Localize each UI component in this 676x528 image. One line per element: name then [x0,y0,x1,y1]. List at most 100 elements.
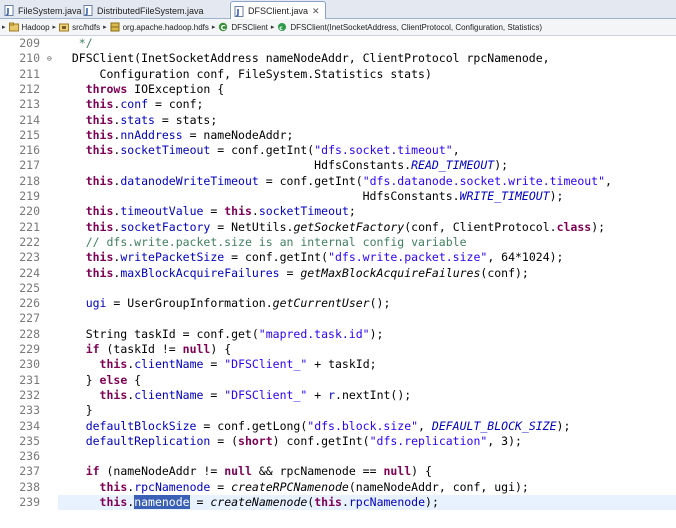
code-line[interactable]: this.writePacketSize = conf.getInt("dfs.… [58,250,564,265]
collapse-icon[interactable]: ⊖ [47,51,55,66]
svg-text:J: J [85,7,89,16]
code-token: (conf, ClientProtocol. [404,219,557,234]
code-line[interactable]: if (taskId != null) { [58,342,231,357]
code-token: this [85,204,114,219]
code-area[interactable]: */ DFSClient(InetSocketAddress nameNodeA… [58,36,676,528]
code-token: this [85,173,114,188]
code-line[interactable]: this.nnAddress = nameNodeAddr; [58,127,294,143]
code-line[interactable]: this.clientName = "DFSClient_" + r.nextI… [58,387,412,403]
code-token: , 3); [487,433,522,448]
code-token: nnAddress [120,127,183,142]
breadcrumb-label: src/hdfs [72,22,101,32]
breadcrumb-item-source-folder[interactable]: src/hdfs [59,22,100,32]
code-line[interactable]: ugi = UserGroupInformation.getCurrentUse… [58,296,391,311]
code-token: (conf); [480,265,529,280]
code-line[interactable]: this.socketTimeout = conf.getInt("dfs.so… [58,143,460,158]
close-icon[interactable]: ✕ [312,6,320,17]
code-line[interactable]: defaultReplication = (short) conf.getInt… [58,434,522,449]
code-line[interactable]: if (nameNodeAddr != null && rpcNamenode … [58,464,432,479]
breadcrumb-item-constructor[interactable]: c DFSClient(InetSocketAddress, ClientPro… [277,22,542,32]
code-token: Configuration conf, FileSystem.Statistic… [58,66,432,81]
code-token: null [182,342,211,356]
code-line[interactable]: // dfs.write.packet.size is an internal … [58,235,467,250]
line-number: 220 [19,204,40,219]
code-line[interactable]: this.clientName = "DFSClient_" + taskId; [58,357,377,372]
svg-text:c: c [280,25,284,32]
line-number: 227 [19,311,40,326]
code-token: = conf; [148,97,204,112]
code-line[interactable]: this.maxBlockAcquireFailures = getMaxBlo… [58,266,529,281]
breadcrumb-item-class[interactable]: C DFSClient [218,22,268,32]
line-number: 238 [19,479,40,494]
line-number: 218 [19,173,40,188]
code-token: getCurrentUser [272,296,370,311]
code-token: , [605,173,612,188]
code-line[interactable]: HdfsConstants.WRITE_TIMEOUT); [58,189,564,204]
chevron-right-icon[interactable]: ▸ [271,23,275,31]
code-line[interactable]: } [58,403,93,418]
chevron-right-icon[interactable]: ▸ [53,23,57,31]
code-token: (); [369,296,391,311]
folding-ruler[interactable]: ⊖ [44,36,58,528]
code-line[interactable]: this.conf = conf; [58,97,204,112]
code-token: DFSClient(InetSocketAddress nameNodeAddr… [58,51,550,66]
code-token: maxBlockAcquireFailures [120,265,280,280]
code-line[interactable]: this.rpcNamenode = createRPCNamenode(nam… [58,480,529,495]
svg-text:J: J [236,8,240,17]
code-line[interactable]: this.timeoutValue = this.socketTimeout; [58,204,356,219]
package-icon [110,22,120,32]
chevron-right-icon[interactable]: ▸ [2,23,6,31]
code-token: ); [425,495,439,509]
tab-distributedfilesystem-java[interactable]: J DistributedFileSystem.java [79,1,204,19]
code-line[interactable]: throws IOException { [58,82,224,97]
code-line[interactable]: DFSClient(InetSocketAddress nameNodeAddr… [58,51,550,66]
code-line[interactable]: defaultBlockSize = conf.getLong("dfs.blo… [58,418,571,434]
line-number: 228 [19,326,40,341]
code-line[interactable]: this.namenode = createNamenode(this.rpcN… [58,495,676,511]
code-editor[interactable]: 209 210 211 212 213 214 215 216 217 218 219 220 221 2… [0,36,676,528]
code-line[interactable]: this.stats = stats; [58,113,218,128]
breadcrumb-item-package[interactable]: org.apache.hadoop.hdfs [110,22,209,32]
code-token: = [189,495,211,509]
code-token: . [251,204,259,219]
code-token: && rpcNamenode == [251,464,384,479]
chevron-right-icon[interactable]: ▸ [212,23,216,31]
code-line[interactable]: HdfsConstants.READ_TIMEOUT); [58,158,508,173]
code-token: datanodeWriteTimeout [120,173,259,188]
code-token: else [99,372,128,387]
code-line[interactable]: this.socketFactory = NetUtils.getSocketF… [58,220,605,235]
code-line[interactable]: this.datanodeWriteTimeout = conf.getInt(… [58,174,612,189]
line-number: 234 [19,418,40,433]
code-token: this [224,204,252,219]
code-line[interactable]: Configuration conf, FileSystem.Statistic… [58,67,432,82]
code-token: "DFSClient_" [224,387,308,402]
chevron-right-icon[interactable]: ▸ [103,23,107,31]
breadcrumb-item-project[interactable]: Hadoop [8,22,50,32]
java-file-icon: J [4,5,15,16]
line-number: 216 [19,143,40,158]
code-token: ); [591,219,606,234]
code-token: + [307,387,329,402]
code-token: = NetUtils. [210,219,294,234]
line-number: 221 [19,219,40,234]
code-token: defaultReplication [85,433,211,448]
code-token: "dfs.block.size" [307,418,419,433]
line-number: 230 [19,357,40,372]
code-token: class [556,219,592,234]
line-number-ruler[interactable]: 209 210 211 212 213 214 215 216 217 218 219 220 221 2… [0,36,44,528]
line-number: 236 [19,449,40,464]
code-line[interactable]: String taskId = conf.get("mapred.task.id… [58,327,384,342]
code-line[interactable]: } else { [58,373,141,388]
code-line[interactable]: */ [58,36,93,51]
tab-filesystem-java[interactable]: J FileSystem.java [0,1,82,19]
tab-dfsclient-java[interactable]: J DFSClient.java ✕ [230,1,326,20]
code-token: this [99,479,128,494]
code-token: this [99,387,128,402]
